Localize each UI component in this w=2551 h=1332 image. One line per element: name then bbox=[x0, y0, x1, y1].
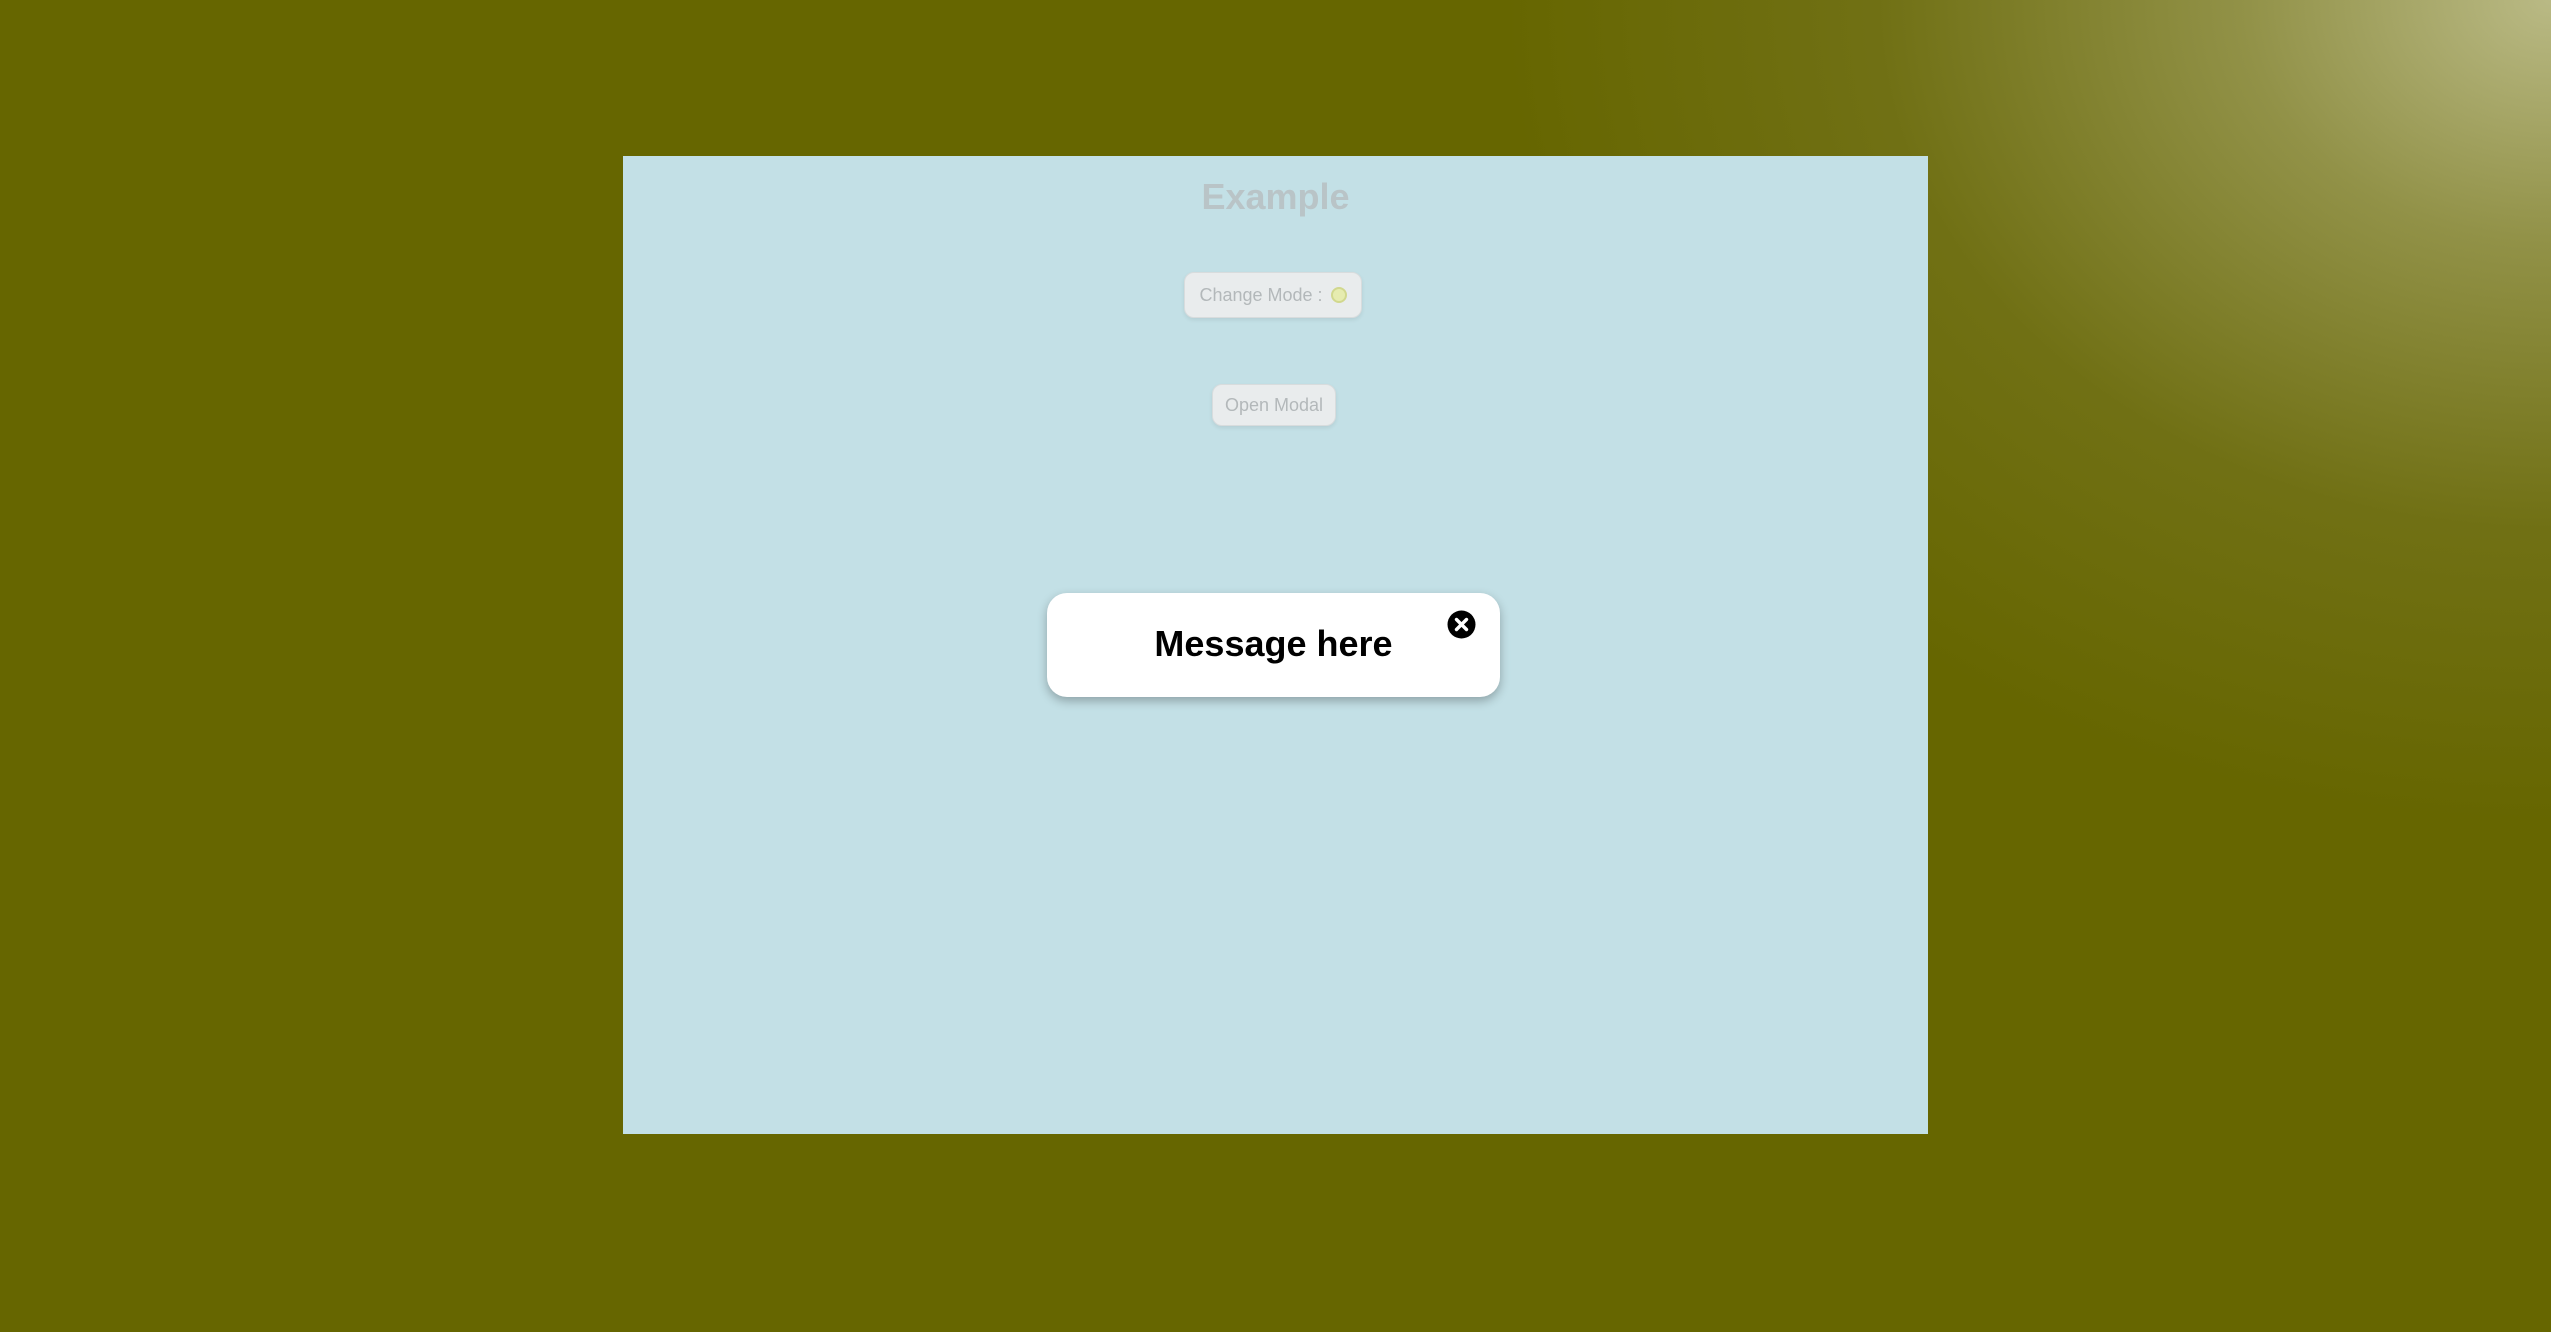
app-frame: Example Change Mode : Open Modal Message… bbox=[623, 156, 1928, 1134]
modal-message: Message here bbox=[1154, 623, 1393, 664]
open-modal-button[interactable]: Open Modal bbox=[1212, 384, 1336, 426]
page-title: Example bbox=[1201, 176, 1350, 217]
change-mode-label: Change Mode : bbox=[1199, 284, 1323, 305]
close-icon[interactable] bbox=[1447, 610, 1476, 639]
mode-indicator-icon bbox=[1330, 287, 1347, 303]
change-mode-button[interactable]: Change Mode : bbox=[1184, 272, 1362, 318]
modal-dialog: Message here bbox=[1047, 593, 1500, 697]
